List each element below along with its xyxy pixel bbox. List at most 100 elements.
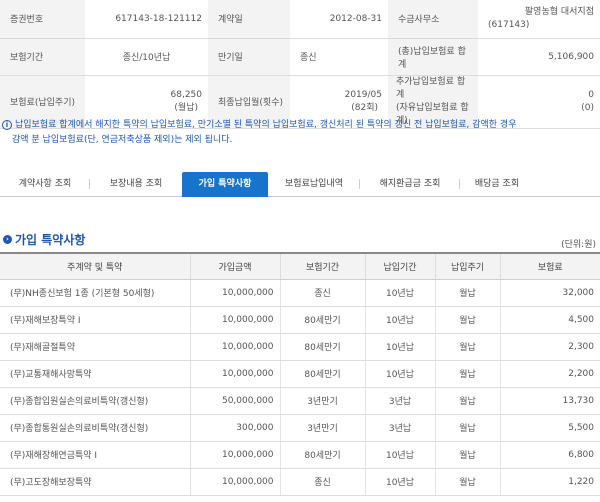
cell-period: 종신 bbox=[279, 279, 365, 307]
info-icon: i bbox=[2, 120, 12, 130]
table-row: (무)재해장해연금특약 I 10,000,000 80세만기 10년납 월납 6,800 bbox=[0, 441, 600, 469]
riders-body: (무)NH종신보험 1종 (기본형 50세형) 10,000,000 종신 10년납 월… bbox=[0, 279, 600, 496]
tab-coverage[interactable]: 보장내용 조회 bbox=[90, 172, 182, 196]
table-row: (무)교통재해사망특약 10,000,000 80세만기 10년납 월납 2,200 bbox=[0, 360, 600, 388]
table-row: (무)고도장해보장특약 10,000,000 종신 10년납 월납 1,220 bbox=[0, 468, 600, 496]
premium-amount: 68,250 bbox=[170, 89, 203, 100]
cell-rider-name: (무)종합입원실손의료비특약(갱신형) bbox=[0, 387, 190, 415]
tab-dividend[interactable]: 배당금 조회 bbox=[460, 172, 534, 196]
table-row: (무)재해골절특약 10,000,000 80세만기 10년납 월납 2,300 bbox=[0, 333, 600, 361]
period-value: 종신/10년납 bbox=[85, 38, 208, 76]
premium-cycle: (월납) bbox=[174, 102, 198, 113]
cell-pay-cycle: 월납 bbox=[434, 387, 500, 415]
maturity-value: 종신 bbox=[290, 38, 388, 76]
riders-table: 주계약 및 특약 가입금액 보험기간 납입기간 납입주기 보험료 (무)NH종신… bbox=[0, 252, 600, 496]
cell-pay-term: 10년납 bbox=[364, 360, 435, 388]
table-row: (무)종합입원실손의료비특약(갱신형) 50,000,000 3년만기 3년납 월납 13… bbox=[0, 387, 600, 415]
inquiry-tabs: 계약사항 조회 보장내용 조회 가입 특약사항 보험료납입내역 해지환급금 조회… bbox=[0, 172, 600, 197]
last-payment-month: 2019/05 bbox=[344, 89, 382, 100]
tab-surrender-value[interactable]: 해지환급금 조회 bbox=[360, 172, 460, 196]
collector-value: 팔영농협 대서지점 (617143) bbox=[478, 0, 600, 39]
cell-amount: 50,000,000 bbox=[189, 387, 280, 415]
cell-premium: 5,500 bbox=[499, 414, 600, 442]
contract-date-value: 2012-08-31 bbox=[290, 0, 388, 39]
collector-label: 수금사무소 bbox=[388, 0, 478, 39]
cell-amount: 10,000,000 bbox=[189, 360, 280, 388]
cell-period: 80세만기 bbox=[279, 306, 365, 334]
header-amount: 가입금액 bbox=[189, 253, 280, 280]
period-label: 보험기간 bbox=[0, 38, 85, 76]
extra-premium-value-2: (0) bbox=[581, 102, 594, 113]
cell-pay-term: 10년납 bbox=[364, 468, 435, 496]
cell-rider-name: (무)재해장해연금특약 I bbox=[0, 441, 190, 469]
cell-period: 80세만기 bbox=[279, 360, 365, 388]
table-row: (무)재해보장특약 I 10,000,000 80세만기 10년납 월납 4,500 bbox=[0, 306, 600, 334]
summary-row-1: 증권번호 617143-18-121112 계약일 2012-08-31 수금사… bbox=[0, 0, 600, 39]
extra-premium-value-1: 0 bbox=[588, 89, 594, 100]
cell-pay-term: 10년납 bbox=[364, 333, 435, 361]
cell-amount: 10,000,000 bbox=[189, 468, 280, 496]
table-row: (무)NH종신보험 1종 (기본형 50세형) 10,000,000 종신 10년납 월… bbox=[0, 279, 600, 307]
cell-period: 80세만기 bbox=[279, 441, 365, 469]
cell-pay-term: 10년납 bbox=[364, 306, 435, 334]
header-rider-name: 주계약 및 특약 bbox=[0, 253, 190, 280]
cell-premium: 13,730 bbox=[499, 387, 600, 415]
header-period: 보험기간 bbox=[279, 253, 365, 280]
cell-rider-name: (무)종합통원실손의료비특약(갱신형) bbox=[0, 414, 190, 442]
cell-period: 3년만기 bbox=[279, 387, 365, 415]
maturity-label: 만기일 bbox=[208, 38, 290, 76]
cell-amount: 10,000,000 bbox=[189, 333, 280, 361]
notice-text-1: 납입보험료 합계에서 해지한 특약의 납입보험료, 만기소멸 된 특약의 납입보… bbox=[15, 120, 517, 130]
cell-rider-name: (무)교통재해사망특약 bbox=[0, 360, 190, 388]
collector-name: 팔영농협 대서지점 bbox=[524, 6, 594, 17]
cell-pay-term: 3년납 bbox=[364, 387, 435, 415]
cell-pay-term: 10년납 bbox=[364, 279, 435, 307]
cell-premium: 2,300 bbox=[499, 333, 600, 361]
cell-pay-cycle: 월납 bbox=[434, 468, 500, 496]
total-premium-value: 5,106,900 bbox=[478, 38, 600, 76]
last-payment-count: (82회) bbox=[351, 102, 378, 113]
cell-pay-cycle: 월납 bbox=[434, 279, 500, 307]
policy-summary-table: 증권번호 617143-18-121112 계약일 2012-08-31 수금사… bbox=[0, 0, 600, 129]
cell-period: 3년만기 bbox=[279, 414, 365, 442]
cell-pay-term: 10년납 bbox=[364, 441, 435, 469]
cell-rider-name: (무)재해보장특약 I bbox=[0, 306, 190, 334]
policy-no-value: 617143-18-121112 bbox=[85, 0, 208, 39]
cell-amount: 10,000,000 bbox=[189, 279, 280, 307]
cell-premium: 6,800 bbox=[499, 441, 600, 469]
cell-premium: 4,500 bbox=[499, 306, 600, 334]
cell-amount: 10,000,000 bbox=[189, 441, 280, 469]
premium-notice: i 납입보험료 합계에서 해지한 특약의 납입보험료, 만기소멸 된 특약의 납입… bbox=[2, 118, 598, 148]
section-title-text: 가입 특약사항 bbox=[15, 233, 86, 247]
extra-premium-label-1: 추가납입보험료 합계 bbox=[396, 76, 466, 100]
notice-text-2: 감액 분 납입보험료(단, 연금저축상품 제외)는 제외 됩니다. bbox=[12, 135, 233, 145]
cell-pay-cycle: 월납 bbox=[434, 360, 500, 388]
cell-amount: 10,000,000 bbox=[189, 306, 280, 334]
cell-rider-name: (무)고도장해보장특약 bbox=[0, 468, 190, 496]
cell-period: 80세만기 bbox=[279, 333, 365, 361]
cell-period: 종신 bbox=[279, 468, 365, 496]
tab-payment-history[interactable]: 보험료납입내역 bbox=[268, 172, 360, 196]
tab-riders[interactable]: 가입 특약사항 bbox=[182, 172, 268, 197]
total-premium-label: (총)납입보험료 합계 bbox=[388, 38, 478, 76]
cell-pay-cycle: 월납 bbox=[434, 333, 500, 361]
cell-amount: 300,000 bbox=[189, 414, 280, 442]
summary-row-2: 보험기간 종신/10년납 만기일 종신 (총)납입보험료 합계 5,106,90… bbox=[0, 38, 600, 76]
cell-rider-name: (무)NH종신보험 1종 (기본형 50세형) bbox=[0, 279, 190, 307]
table-row: (무)종합통원실손의료비특약(갱신형) 300,000 3년만기 3년납 월납 5,500 bbox=[0, 414, 600, 442]
header-pay-cycle: 납입주기 bbox=[434, 253, 500, 280]
cell-premium: 1,220 bbox=[499, 468, 600, 496]
policy-no-label: 증권번호 bbox=[0, 0, 85, 39]
cell-pay-cycle: 월납 bbox=[434, 414, 500, 442]
unit-label: (단위:원) bbox=[561, 240, 596, 250]
cell-rider-name: (무)재해골절특약 bbox=[0, 333, 190, 361]
collector-code: (617143) bbox=[488, 19, 530, 30]
header-premium: 보험료 bbox=[499, 253, 600, 280]
cell-pay-cycle: 월납 bbox=[434, 441, 500, 469]
header-pay-term: 납입기간 bbox=[364, 253, 435, 280]
chevron-right-icon: › bbox=[3, 235, 12, 244]
cell-premium: 2,200 bbox=[499, 360, 600, 388]
cell-pay-term: 3년납 bbox=[364, 414, 435, 442]
cell-pay-cycle: 월납 bbox=[434, 306, 500, 334]
tab-contract[interactable]: 계약사항 조회 bbox=[0, 172, 90, 196]
